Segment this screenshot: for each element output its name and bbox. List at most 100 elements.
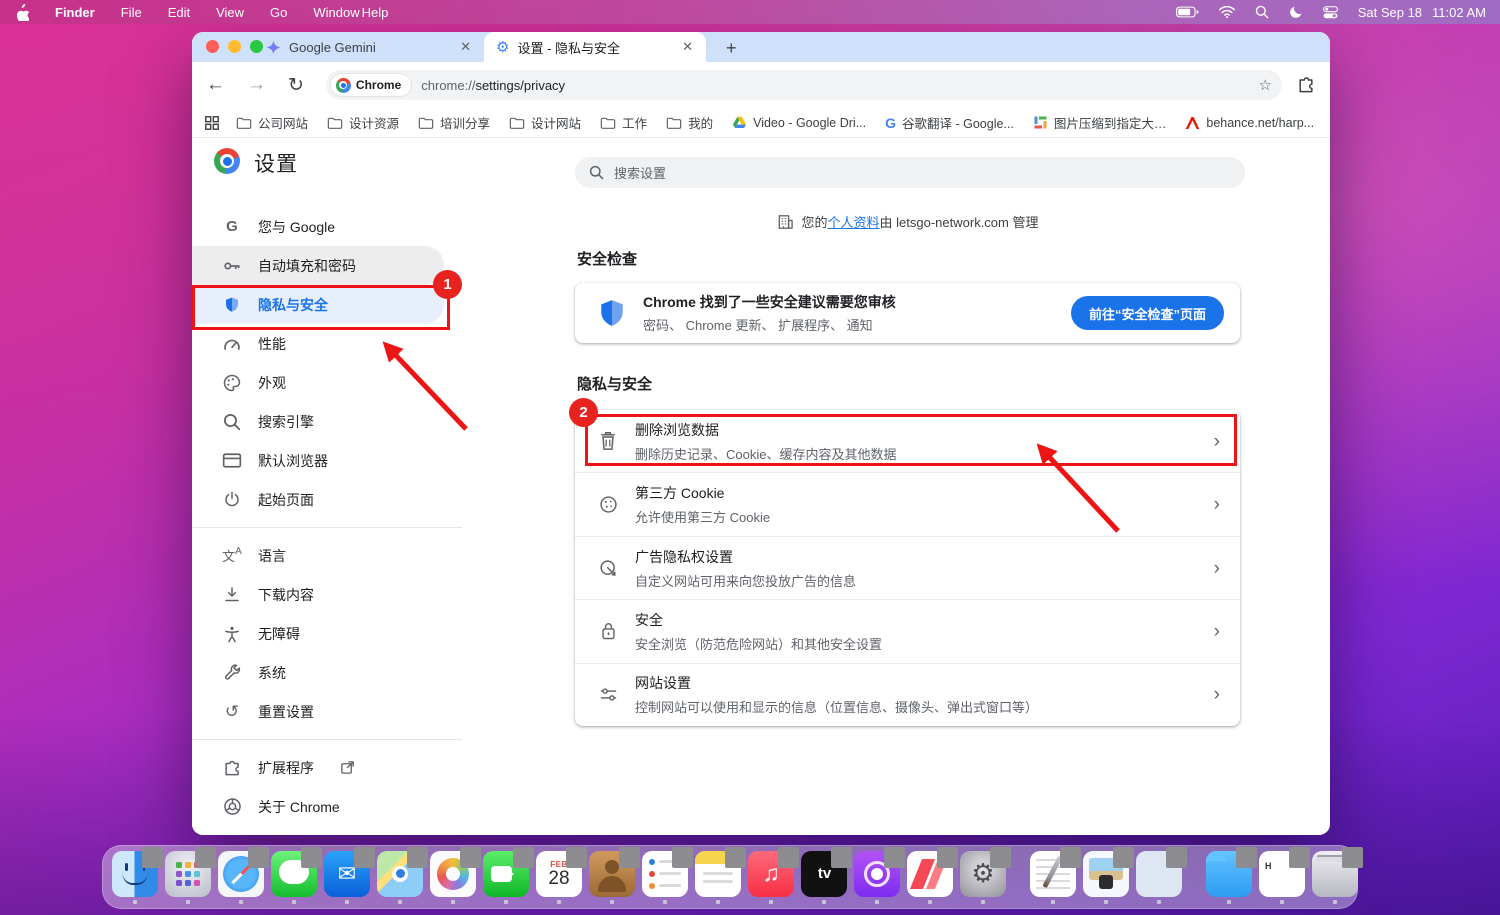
bookmark-google-translate[interactable]: G 谷歌翻译 - Google...	[885, 113, 1014, 132]
dock-news[interactable]	[907, 851, 953, 904]
back-button[interactable]: ←	[206, 74, 225, 96]
dock-preview[interactable]	[1083, 851, 1129, 904]
sidebar-item-extensions[interactable]: 扩展程序	[192, 748, 444, 787]
sidebar-item-on-startup[interactable]: 起始页面	[192, 480, 444, 519]
dock-document[interactable]: H	[1259, 851, 1305, 904]
compress-icon	[1033, 115, 1048, 130]
google-drive-icon	[732, 116, 747, 130]
dock-contacts[interactable]	[589, 851, 635, 904]
notification-badge-censor	[1166, 847, 1187, 868]
sidebar-item-reset[interactable]: ↺ 重置设置	[192, 692, 444, 731]
dock-trash[interactable]	[1312, 851, 1358, 904]
bookmark-folder-design-res[interactable]: 设计资源	[327, 113, 399, 132]
bookmark-folder-mine[interactable]: 我的	[666, 113, 713, 132]
dock-notes[interactable]	[695, 851, 741, 904]
dock-downloads-folder[interactable]	[1206, 851, 1252, 904]
dock-appletv[interactable]: tv	[801, 851, 847, 904]
sidebar-item-downloads[interactable]: 下载内容	[192, 575, 444, 614]
tab-title: 设置 - 隐私与安全	[517, 38, 671, 57]
minimize-window-button[interactable]	[228, 40, 241, 53]
sidebar-item-appearance[interactable]: 外观	[192, 363, 444, 402]
go-to-safety-check-button[interactable]: 前往“安全检查”页面	[1071, 296, 1224, 330]
dock-podcasts[interactable]	[854, 851, 900, 904]
menu-window[interactable]: Window	[313, 5, 359, 20]
menu-help[interactable]: Help	[362, 5, 389, 20]
sidebar-item-about-chrome[interactable]: 关于 Chrome	[192, 787, 444, 826]
bookmark-folder-training[interactable]: 培训分享	[418, 113, 490, 132]
menu-view[interactable]: View	[216, 5, 244, 20]
dock-textedit[interactable]	[1030, 851, 1076, 904]
annotation-badge-step1: 1	[433, 270, 462, 299]
google-g-icon: G	[885, 115, 896, 131]
dock-photos[interactable]	[430, 851, 476, 904]
bookmark-behance[interactable]: behance.net/harp...	[1185, 116, 1314, 130]
dock-system-settings[interactable]: ⚙	[960, 851, 1006, 904]
dock-music[interactable]: ♫	[748, 851, 794, 904]
dock-calendar[interactable]: FEB28	[536, 851, 582, 904]
tab-close-icon[interactable]: ✕	[457, 39, 474, 55]
bookmark-image-compress[interactable]: 图片压缩到指定大…	[1033, 113, 1167, 132]
tab-settings-privacy[interactable]: ⚙ 设置 - 隐私与安全 ✕	[484, 32, 706, 62]
dock-mail[interactable]: ✉	[324, 851, 370, 904]
reload-button[interactable]: ↻	[288, 74, 304, 97]
new-tab-button[interactable]: +	[720, 38, 743, 59]
sidebar-item-accessibility[interactable]: 无障碍	[192, 614, 444, 653]
annotation-badge-step2: 2	[569, 398, 598, 427]
notification-badge-censor	[619, 847, 640, 868]
dock-launchpad[interactable]	[165, 851, 211, 904]
dock-maps[interactable]	[377, 851, 423, 904]
sidebar-item-default-browser[interactable]: 默认浏览器	[192, 441, 444, 480]
bookmark-folder-company[interactable]: 公司网站	[236, 113, 308, 132]
chrome-chip[interactable]: Chrome	[331, 74, 411, 96]
palette-icon	[222, 373, 242, 393]
dock-reminders[interactable]	[642, 851, 688, 904]
dock-facetime[interactable]	[483, 851, 529, 904]
zoom-window-button[interactable]	[250, 40, 263, 53]
sidebar-item-you-and-google[interactable]: G 您与 Google	[192, 207, 444, 246]
sidebar-item-system[interactable]: 系统	[192, 653, 444, 692]
tab-google-gemini[interactable]: Google Gemini ✕	[254, 32, 484, 62]
translate-icon: 文A	[222, 546, 242, 565]
dock-safari[interactable]	[218, 851, 264, 904]
apple-menu-icon[interactable]	[14, 4, 29, 21]
spotlight-search-icon[interactable]	[1255, 5, 1269, 19]
battery-icon[interactable]	[1176, 6, 1199, 18]
notification-badge-censor	[725, 847, 746, 868]
row-security[interactable]: 安全 安全浏览（防范危险网站）和其他安全设置 ›	[575, 600, 1240, 663]
forward-button[interactable]: →	[247, 74, 266, 96]
row-site-settings[interactable]: 网站设置 控制网站可以使用和显示的信息（位置信息、摄像头、弹出式窗口等） ›	[575, 664, 1240, 726]
menu-time[interactable]: 11:02 AM	[1432, 5, 1486, 20]
wifi-icon[interactable]	[1219, 6, 1235, 18]
running-indicator	[451, 900, 455, 904]
tab-close-icon[interactable]: ✕	[679, 39, 696, 55]
lock-icon	[597, 621, 619, 641]
running-indicator	[504, 900, 508, 904]
bookmark-google-drive[interactable]: Video - Google Dri...	[732, 116, 866, 130]
control-center-icon[interactable]	[1323, 6, 1338, 19]
sidebar-item-languages[interactable]: 文A 语言	[192, 536, 444, 575]
menu-date[interactable]: Sat Sep 18	[1358, 5, 1422, 20]
close-window-button[interactable]	[206, 40, 219, 53]
dock-unknown-app[interactable]	[1136, 851, 1182, 904]
dock-messages[interactable]	[271, 851, 317, 904]
sidebar-item-search-engine[interactable]: 搜索引擎	[192, 402, 444, 441]
dock-finder[interactable]	[112, 851, 158, 904]
row-third-party-cookies[interactable]: 第三方 Cookie 允许使用第三方 Cookie ›	[575, 473, 1240, 536]
menu-edit[interactable]: Edit	[168, 5, 190, 20]
sliders-icon	[597, 686, 619, 703]
menu-app-name[interactable]: Finder	[55, 5, 95, 20]
row-ad-privacy[interactable]: 广告隐私权设置 自定义网站可用来向您投放广告的信息 ›	[575, 537, 1240, 600]
profile-link[interactable]: 个人资料	[828, 215, 880, 230]
menu-go[interactable]: Go	[270, 5, 287, 20]
bookmark-star-icon[interactable]: ☆	[1259, 76, 1272, 94]
bookmark-folder-work[interactable]: 工作	[600, 113, 647, 132]
menu-file[interactable]: File	[121, 5, 142, 20]
notification-badge-censor	[1236, 847, 1257, 868]
sidebar-item-autofill[interactable]: 自动填充和密码	[192, 246, 444, 285]
focus-moon-icon[interactable]	[1289, 5, 1303, 19]
bookmark-folder-design-sites[interactable]: 设计网站	[509, 113, 581, 132]
address-bar[interactable]: Chrome chrome://settings/privacy ☆	[326, 70, 1282, 100]
extensions-icon[interactable]	[1296, 75, 1316, 95]
running-indicator	[398, 900, 402, 904]
apps-grid-icon[interactable]	[204, 115, 220, 131]
